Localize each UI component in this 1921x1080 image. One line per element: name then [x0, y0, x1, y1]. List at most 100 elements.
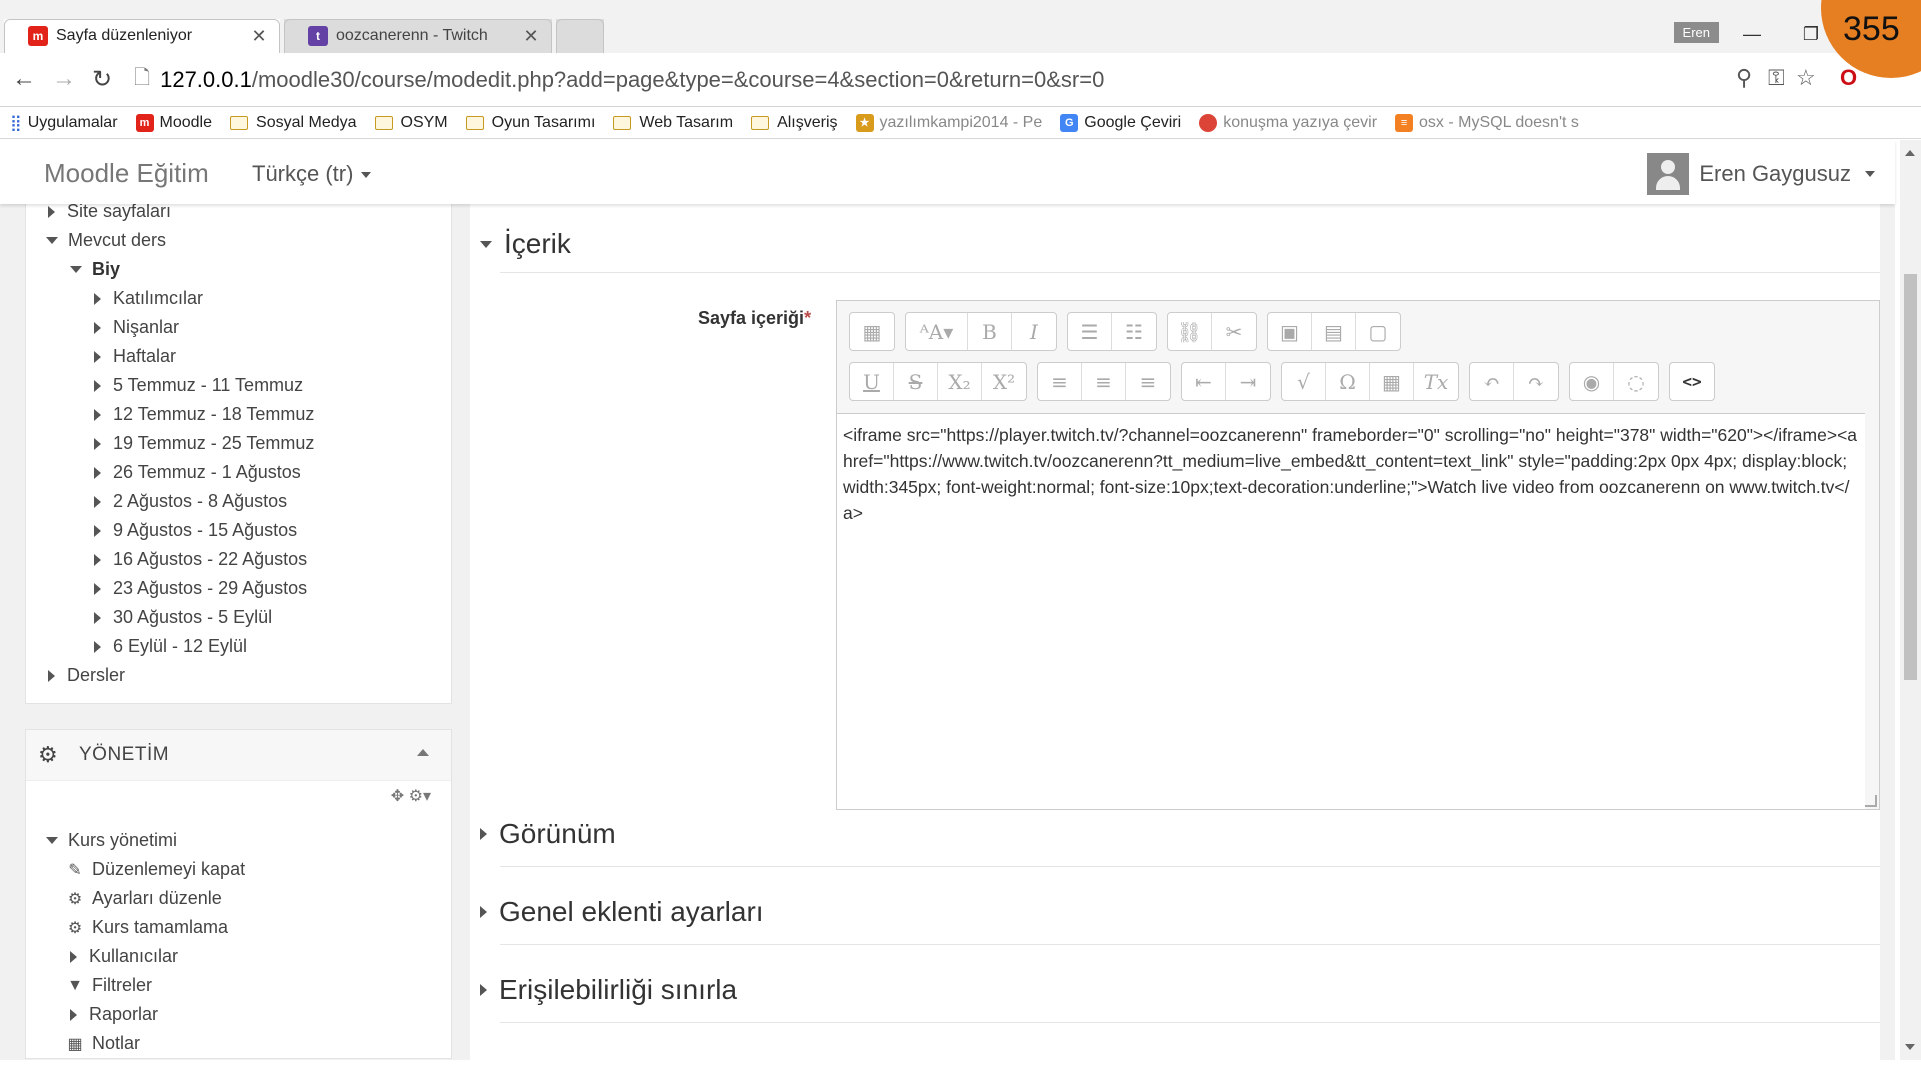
- nav-badges[interactable]: Nişanlar: [94, 317, 179, 338]
- bold-icon[interactable]: B: [968, 313, 1012, 350]
- underline-icon[interactable]: U: [850, 363, 894, 400]
- admin-users[interactable]: Kullanıcılar: [70, 946, 178, 967]
- nav-week[interactable]: 30 Ağustos - 5 Eylül: [94, 607, 272, 628]
- collapse-block-icon[interactable]: [417, 749, 429, 756]
- align-right-icon[interactable]: ≡: [1126, 363, 1170, 400]
- equation-icon[interactable]: √: [1282, 363, 1326, 400]
- admin-turn-editing-off[interactable]: ✎ Düzenlemeyi kapat: [66, 859, 245, 880]
- bookmark-folder[interactable]: Oyun Tasarımı: [465, 114, 595, 132]
- nav-week[interactable]: 2 Ağustos - 8 Ağustos: [94, 491, 287, 512]
- image-icon[interactable]: ▣: [1268, 313, 1312, 350]
- nav-participants[interactable]: Katılımcılar: [94, 288, 203, 309]
- italic-icon[interactable]: I: [1012, 313, 1056, 350]
- admin-edit-settings[interactable]: ⚙ Ayarları düzenle: [66, 888, 222, 909]
- redo-icon[interactable]: ↷: [1514, 363, 1558, 400]
- undo-icon[interactable]: ↶: [1470, 363, 1514, 400]
- nav-weeks[interactable]: Haftalar: [94, 346, 176, 367]
- page-content-textarea[interactable]: <iframe src="https://player.twitch.tv/?c…: [837, 413, 1865, 809]
- admin-reports[interactable]: Raporlar: [70, 1004, 158, 1025]
- align-left-icon[interactable]: ≡: [1038, 363, 1082, 400]
- table-icon[interactable]: ▦: [1370, 363, 1414, 400]
- restore-icon[interactable]: ❐: [1803, 24, 1819, 45]
- nav-week[interactable]: 6 Eylül - 12 Eylül: [94, 636, 247, 657]
- scrollbar-thumb[interactable]: [1904, 274, 1917, 680]
- bookmark-folder[interactable]: Web Tasarım: [613, 114, 733, 132]
- scroll-down-icon[interactable]: [1905, 1044, 1915, 1050]
- bookmark-yazilimkampi[interactable]: ★ yazılımkampi2014 - Pe: [855, 113, 1042, 132]
- site-brand[interactable]: Moodle Eğitim: [44, 158, 209, 189]
- superscript-icon[interactable]: X²: [982, 363, 1026, 400]
- strikethrough-icon[interactable]: S: [894, 363, 938, 400]
- clear-formatting-icon[interactable]: Tx: [1414, 363, 1458, 400]
- special-character-icon[interactable]: Ω: [1326, 363, 1370, 400]
- paragraph-style-icon[interactable]: ᴬA▾: [906, 313, 968, 350]
- bookmark-konusma[interactable]: konuşma yazıya çevir: [1199, 113, 1377, 132]
- key-icon[interactable]: ⚿: [1768, 65, 1785, 91]
- media-icon[interactable]: ▤: [1312, 313, 1356, 350]
- new-tab-button[interactable]: [556, 19, 604, 53]
- move-icon[interactable]: ✥: [391, 788, 404, 805]
- section-plugin-settings-header[interactable]: Genel eklenti ayarları: [480, 896, 764, 928]
- bullet-list-icon[interactable]: ☰: [1068, 313, 1112, 350]
- nav-week[interactable]: 26 Temmuz - 1 Ağustos: [94, 462, 301, 483]
- gear-icon[interactable]: ⚙▾: [409, 788, 431, 805]
- atto-editor: ▦ ᴬA▾ B I ☰ ☷ ⛓ ✂ ▣ ▤ ▢ U S X₂ X² ≡ ≡ ≡ ⇤ ⇥ √ Ω ▦ Tx ↶ ↷…: [836, 300, 1880, 810]
- nav-week[interactable]: 12 Temmuz - 18 Temmuz: [94, 404, 314, 425]
- html-code-icon[interactable]: <>: [1670, 363, 1714, 400]
- bookmark-folder[interactable]: Sosyal Medya: [230, 114, 357, 132]
- nav-week[interactable]: 19 Temmuz - 25 Temmuz: [94, 433, 314, 454]
- minimize-icon[interactable]: —: [1743, 24, 1761, 45]
- close-icon[interactable]: ✕: [248, 26, 270, 47]
- nav-week[interactable]: 16 Ağustos - 22 Ağustos: [94, 549, 307, 570]
- numbered-list-icon[interactable]: ☷: [1112, 313, 1156, 350]
- bookmark-google-ceviri[interactable]: G Google Çeviri: [1060, 113, 1181, 132]
- nav-courses[interactable]: Dersler: [48, 665, 125, 686]
- bookmark-apps[interactable]: ⣿ Uygulamalar: [10, 113, 118, 133]
- nav-current-course[interactable]: Mevcut ders: [46, 230, 166, 251]
- bookmark-star-icon[interactable]: ☆: [1796, 65, 1816, 91]
- page-scrollbar[interactable]: [1900, 140, 1921, 1060]
- indent-icon[interactable]: ⇥: [1226, 363, 1270, 400]
- forward-icon[interactable]: →: [52, 65, 76, 93]
- reload-icon[interactable]: ↻: [92, 65, 112, 94]
- bookmark-stackoverflow[interactable]: ≡ osx - MySQL doesn't s: [1395, 113, 1579, 132]
- link-icon[interactable]: ⛓: [1168, 313, 1212, 350]
- language-menu[interactable]: Türkçe (tr): [252, 161, 372, 187]
- admin-course-management[interactable]: Kurs yönetimi: [46, 830, 177, 851]
- close-icon[interactable]: ✕: [520, 26, 542, 47]
- url-field[interactable]: 🗋 127.0.0.1/moodle30/course/modedit.php?…: [134, 61, 1704, 99]
- tab-twitch[interactable]: t oozcanerenn - Twitch ✕: [284, 19, 552, 53]
- bookmark-moodle[interactable]: m Moodle: [135, 113, 212, 132]
- admin-filters[interactable]: ▼ Filtreler: [66, 975, 152, 996]
- manage-files-icon[interactable]: ▢: [1356, 313, 1400, 350]
- admin-course-completion[interactable]: ⚙ Kurs tamamlama: [66, 917, 228, 938]
- resize-handle-icon[interactable]: [1865, 795, 1877, 807]
- scroll-up-icon[interactable]: [1905, 150, 1915, 156]
- section-restrict-access-header[interactable]: Erişilebilirliği sınırla: [480, 974, 737, 1006]
- accessibility-checker-icon[interactable]: ◉: [1570, 363, 1614, 400]
- admin-grades[interactable]: ▦ Notlar: [66, 1033, 140, 1054]
- window-user-badge[interactable]: Eren: [1673, 22, 1719, 43]
- screenreader-helper-icon[interactable]: ◌: [1614, 363, 1658, 400]
- nav-week[interactable]: 23 Ağustos - 29 Ağustos: [94, 578, 307, 599]
- opera-extension-icon[interactable]: O: [1840, 65, 1857, 91]
- outdent-icon[interactable]: ⇤: [1182, 363, 1226, 400]
- user-menu[interactable]: Eren Gaygusuz: [1647, 153, 1875, 195]
- zoom-icon[interactable]: ⚲: [1736, 65, 1752, 91]
- bookmark-folder[interactable]: OSYM: [374, 114, 448, 132]
- unlink-icon[interactable]: ✂: [1212, 313, 1256, 350]
- section-appearance-header[interactable]: Görünüm: [480, 818, 616, 850]
- subscript-icon[interactable]: X₂: [938, 363, 982, 400]
- nav-course-biy[interactable]: Biy: [70, 259, 120, 280]
- tab-sayfa-duzenleniyor[interactable]: m Sayfa düzenleniyor ✕: [4, 19, 280, 53]
- expand-icon: [94, 437, 101, 450]
- nav-site-pages[interactable]: Site sayfaları: [48, 201, 171, 222]
- block-actions[interactable]: ✥ ⚙▾: [391, 786, 431, 806]
- back-icon[interactable]: ←: [12, 65, 36, 93]
- nav-week[interactable]: 5 Temmuz - 11 Temmuz: [94, 375, 303, 396]
- align-center-icon[interactable]: ≡: [1082, 363, 1126, 400]
- bookmark-folder[interactable]: Alışveriş: [751, 114, 838, 132]
- section-content-header[interactable]: İçerik: [480, 228, 571, 260]
- show-more-icon[interactable]: ▦: [850, 313, 894, 350]
- nav-week[interactable]: 9 Ağustos - 15 Ağustos: [94, 520, 297, 541]
